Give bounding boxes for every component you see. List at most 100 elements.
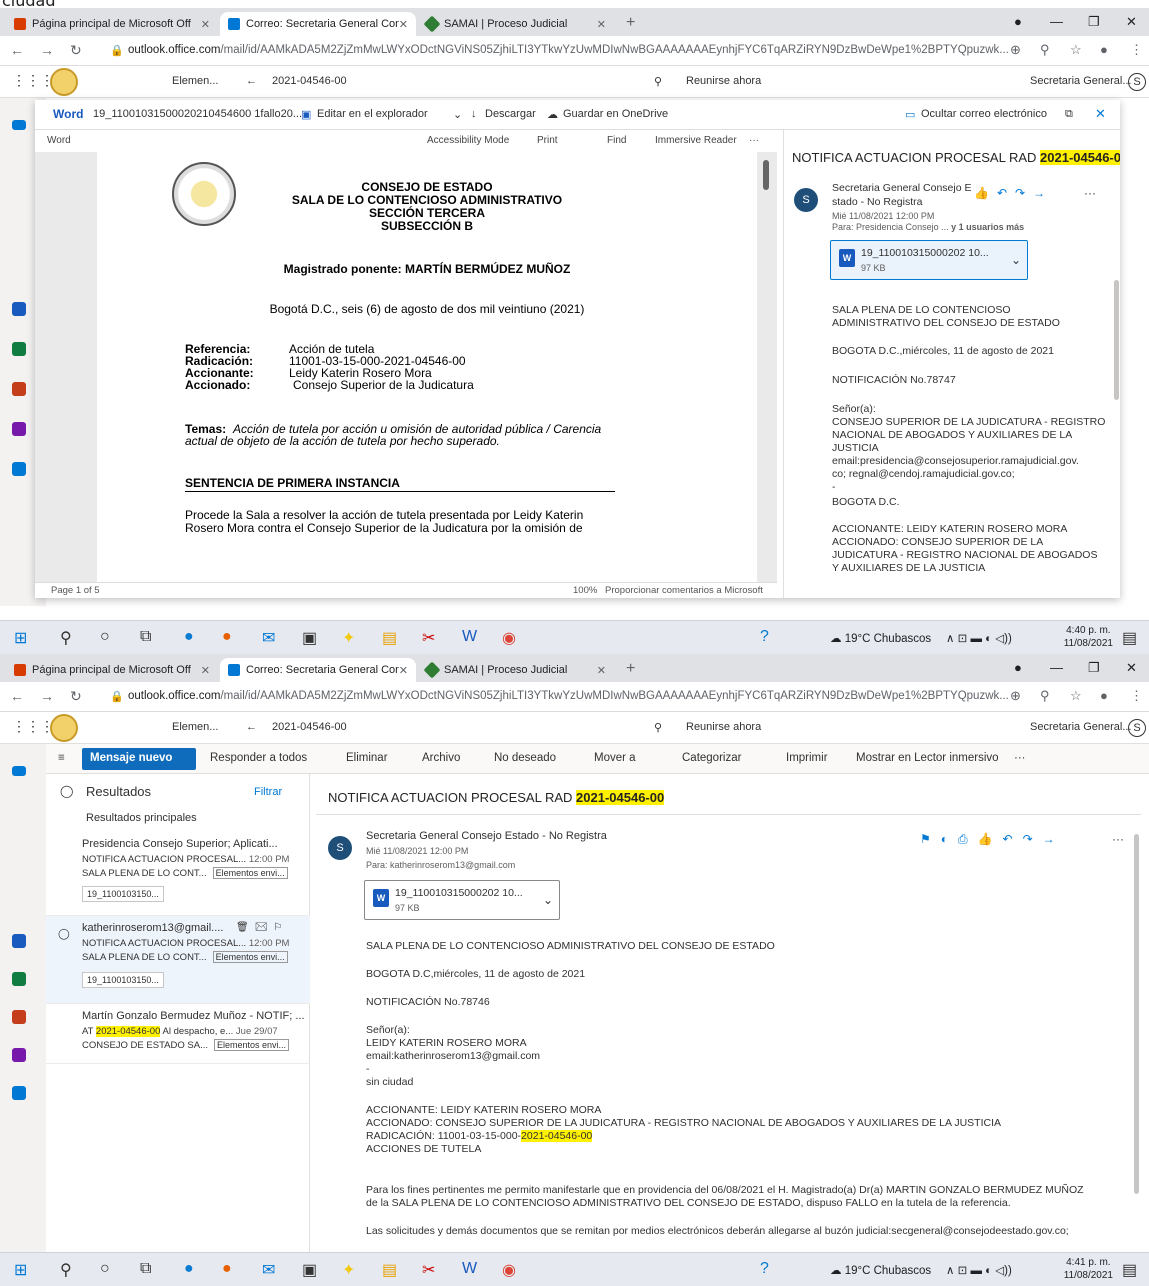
help-icon[interactable]: ?: [760, 1260, 769, 1278]
list-item[interactable]: Martín Gonzalo Bermudez Muñoz - NOTIF; .…: [46, 1004, 310, 1064]
app-launcher-icon[interactable]: ⋮⋮⋮: [12, 72, 54, 89]
avatar[interactable]: S: [1128, 719, 1146, 737]
hide-mail-button[interactable]: Ocultar correo electrónico: [921, 108, 1047, 120]
attachment-card[interactable]: W 19_110010315000202 10... 97 KB ⌄: [830, 240, 1028, 280]
word-icon[interactable]: [12, 934, 26, 948]
back-icon[interactable]: ←: [10, 688, 24, 704]
search-icon[interactable]: ⚲: [654, 721, 662, 734]
tray-icons[interactable]: ∧ ⊡ ▬ ◐ ◁)): [946, 631, 1012, 645]
tray-icons[interactable]: ∧ ⊡ ▬ ◐ ◁)): [946, 1263, 1012, 1277]
mail-actions-icons[interactable]: 👍↶↷→: [974, 186, 1053, 200]
profile-dot-icon[interactable]: ●: [1014, 14, 1022, 29]
download-button[interactable]: Descargar: [485, 108, 536, 120]
find-button[interactable]: Find: [607, 135, 626, 146]
restore-icon[interactable]: ❐: [1088, 14, 1100, 30]
print-button[interactable]: Imprimir: [786, 752, 828, 764]
snip-icon[interactable]: ✂: [422, 628, 435, 648]
to-more[interactable]: y 1 usuarios más: [951, 222, 1024, 232]
more-icon[interactable]: ···: [1112, 832, 1124, 846]
new-tab-icon[interactable]: +: [626, 660, 635, 678]
close-icon[interactable]: ✕: [201, 18, 210, 31]
scrollbar[interactable]: [763, 160, 769, 190]
search-input[interactable]: 2021-04546-00: [272, 721, 347, 733]
chrome-icon[interactable]: ◉: [502, 1260, 516, 1280]
mail-app-icon[interactable]: ✉: [262, 1260, 275, 1280]
onenote-icon[interactable]: [12, 422, 26, 436]
url-field[interactable]: outlook.office.com/mail/id/AAMkADA5M2ZjZ…: [128, 44, 1009, 56]
close-icon[interactable]: ✕: [399, 664, 408, 677]
save-onedrive-button[interactable]: Guardar en OneDrive: [563, 108, 668, 120]
scrollbar[interactable]: [1114, 280, 1119, 400]
close-icon[interactable]: ✕: [201, 664, 210, 677]
store-icon[interactable]: ▣: [302, 1260, 317, 1280]
app-icon[interactable]: ✦: [342, 1260, 355, 1280]
sender-name[interactable]: Secretaria General Consejo Estado - No R…: [366, 830, 607, 842]
hamburger-icon[interactable]: ≡: [58, 752, 65, 764]
select-item-icon[interactable]: ◯: [58, 928, 70, 940]
restore-icon[interactable]: ❐: [1088, 660, 1100, 676]
feedback-link[interactable]: Proporcionar comentarios a Microsoft: [605, 585, 763, 596]
minimize-icon[interactable]: —: [1050, 14, 1063, 29]
hover-actions-icons[interactable]: 🗑✉⚐: [236, 922, 288, 933]
excel-icon[interactable]: [12, 342, 26, 356]
reply-all-button[interactable]: Responder a todos: [210, 752, 307, 764]
tab-outlook[interactable]: Correo: Secretaria General Conse ✕: [220, 12, 416, 36]
tab-office-home[interactable]: Página principal de Microsoft Off ✕: [6, 12, 218, 36]
user-name[interactable]: Secretaria General...: [1030, 75, 1132, 87]
immersive-reader-button[interactable]: Mostrar en Lector inmersivo: [856, 752, 999, 764]
mail-app-icon[interactable]: ✉: [262, 628, 275, 648]
taskview-icon[interactable]: ⧉: [140, 1260, 151, 1278]
search-scope[interactable]: Elemen...: [172, 721, 218, 733]
search-icon[interactable]: ⚲: [654, 75, 662, 88]
user-name[interactable]: Secretaria General...: [1030, 721, 1132, 733]
word-taskbar-icon[interactable]: W: [462, 628, 477, 646]
taskview-icon[interactable]: ⧉: [140, 628, 151, 646]
snip-icon[interactable]: ✂: [422, 1260, 435, 1280]
chevron-down-icon[interactable]: ⌄: [453, 108, 462, 121]
tab-samai[interactable]: SAMAI | Proceso Judicial ✕: [418, 12, 614, 36]
new-message-button[interactable]: Mensaje nuevo: [82, 748, 196, 770]
profile-icon[interactable]: ●: [1100, 42, 1108, 57]
junk-button[interactable]: No deseado: [494, 752, 556, 764]
menu-icon[interactable]: ⋮: [1130, 688, 1143, 704]
todo-icon[interactable]: [12, 462, 26, 476]
categorize-button[interactable]: Categorizar: [682, 752, 741, 764]
move-button[interactable]: Mover a: [594, 752, 636, 764]
star-icon[interactable]: ☆: [1070, 688, 1082, 704]
install-icon[interactable]: ⊕: [1010, 42, 1021, 58]
scrollbar[interactable]: [1134, 834, 1139, 1194]
zoom-icon[interactable]: ⚲: [1040, 688, 1050, 704]
search-icon[interactable]: ⚲: [60, 1260, 72, 1280]
weather-widget[interactable]: ☁ 19°C Chubascos: [830, 1263, 931, 1277]
explorer-icon[interactable]: ▤: [382, 1260, 397, 1280]
explorer-icon[interactable]: ▤: [382, 628, 397, 648]
notifications-icon[interactable]: ▤: [1122, 1260, 1137, 1280]
mail-actions-icons[interactable]: ⚑◐⎙👍↶↷→: [920, 832, 1065, 847]
meet-now-button[interactable]: Reunirse ahora: [686, 721, 761, 733]
powerpoint-icon[interactable]: [12, 382, 26, 396]
onenote-icon[interactable]: [12, 1048, 26, 1062]
forward-icon[interactable]: →: [40, 42, 54, 58]
zoom-level[interactable]: 100%: [573, 585, 597, 596]
avatar[interactable]: S: [1128, 73, 1146, 91]
back-arrow-icon[interactable]: ←: [246, 721, 257, 733]
app-icon[interactable]: ✦: [342, 628, 355, 648]
search-scope[interactable]: Elemen...: [172, 75, 218, 87]
profile-icon[interactable]: ●: [1100, 688, 1108, 703]
reload-icon[interactable]: ↻: [70, 42, 82, 59]
notifications-icon[interactable]: ▤: [1122, 628, 1137, 648]
firefox-icon[interactable]: ●: [222, 628, 232, 646]
menu-icon[interactable]: ⋮: [1130, 42, 1143, 58]
todo-icon[interactable]: [12, 1086, 26, 1100]
weather-widget[interactable]: ☁ 19°C Chubascos: [830, 631, 931, 645]
delete-button[interactable]: Eliminar: [346, 752, 388, 764]
meet-now-button[interactable]: Reunirse ahora: [686, 75, 761, 87]
edge-icon[interactable]: ●: [184, 628, 194, 646]
edge-icon[interactable]: ●: [184, 1260, 194, 1278]
app-launcher-icon[interactable]: ⋮⋮⋮: [12, 718, 54, 735]
mail-icon[interactable]: [12, 120, 26, 130]
more-icon[interactable]: ···: [1014, 752, 1026, 764]
edit-in-browser-button[interactable]: Editar en el explorador: [317, 108, 428, 120]
close-icon[interactable]: ✕: [399, 18, 408, 31]
more-icon[interactable]: ···: [1084, 186, 1096, 200]
